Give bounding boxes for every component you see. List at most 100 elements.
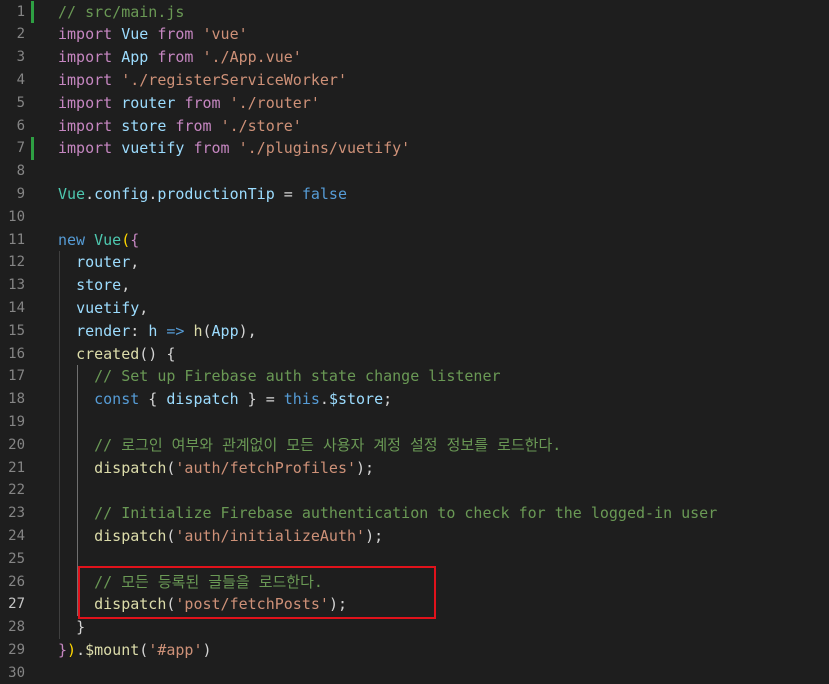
line-code: import vuetify from './plugins/vuetify'	[58, 137, 410, 160]
line-code: // 모든 등록된 글들을 로드한다.	[58, 571, 323, 594]
code-line[interactable]: 22	[0, 479, 829, 502]
code-token: );	[328, 595, 347, 614]
code-line[interactable]: 8	[0, 160, 829, 183]
line-number: 8	[16, 163, 25, 180]
code-token: Vue	[121, 25, 149, 44]
code-token: // 모든 등록된 글들을 로드한다.	[94, 572, 323, 591]
code-token: .	[148, 184, 158, 203]
code-line[interactable]: 1 // src/main.js	[0, 0, 829, 24]
code-token: h	[193, 321, 203, 340]
code-line[interactable]: 5 import router from './router'	[0, 92, 829, 115]
code-token: .	[76, 640, 86, 659]
line-code: const { dispatch } = this.$store;	[58, 388, 392, 411]
line-code: dispatch('auth/initializeAuth');	[58, 525, 383, 548]
line-code: // src/main.js	[58, 1, 184, 24]
code-line[interactable]: 3 import App from './App.vue'	[0, 46, 829, 69]
line-code: store,	[58, 274, 130, 297]
code-line[interactable]: 21 dispatch('auth/fetchProfiles');	[0, 457, 829, 480]
code-token: {	[130, 230, 140, 249]
code-token: } =	[238, 390, 284, 409]
code-token: // 로그인 여부와 관계없이 모든 사용자 계정 설정 정보를 로드한다.	[94, 435, 562, 454]
code-line[interactable]: 26 // 모든 등록된 글들을 로드한다.	[0, 571, 829, 594]
code-line[interactable]: 6 import store from './store'	[0, 115, 829, 138]
code-line[interactable]: 18 const { dispatch } = this.$store;	[0, 388, 829, 411]
code-token: import	[58, 139, 113, 158]
code-token: ;	[383, 390, 393, 409]
code-token: './App.vue'	[202, 48, 302, 67]
code-line[interactable]: 19	[0, 411, 829, 434]
code-token: ,	[139, 298, 149, 317]
code-token: () {	[139, 344, 176, 363]
code-line[interactable]: 10	[0, 206, 829, 229]
code-token: .	[85, 184, 95, 203]
line-code: render: h => h(App),	[58, 320, 257, 343]
code-token: vuetify	[121, 139, 185, 158]
code-token: './registerServiceWorker'	[121, 70, 347, 89]
code-line[interactable]: 14 vuetify,	[0, 297, 829, 320]
code-line[interactable]: 17 // Set up Firebase auth state change …	[0, 365, 829, 388]
line-number: 28	[8, 619, 25, 636]
code-token: store	[121, 116, 167, 135]
line-number: 27	[8, 596, 25, 613]
line-number: 11	[8, 231, 25, 248]
code-line[interactable]: 9 Vue.config.productionTip = false	[0, 183, 829, 206]
line-number: 1	[16, 3, 25, 20]
code-token: )	[202, 640, 212, 659]
code-token: config	[94, 184, 149, 203]
code-line[interactable]: 15 render: h => h(App),	[0, 320, 829, 343]
line-number: 13	[8, 277, 25, 294]
code-token: created	[76, 344, 140, 363]
code-token: :	[130, 321, 149, 340]
code-token: =	[274, 184, 302, 203]
code-token: ),	[238, 321, 257, 340]
line-number: 16	[8, 345, 25, 362]
code-token: );	[365, 526, 384, 545]
code-token: from	[157, 25, 194, 44]
code-token: ,	[130, 253, 140, 272]
line-code: // Initialize Firebase authentication to…	[58, 502, 717, 525]
code-token: ,	[121, 276, 131, 295]
line-code: import './registerServiceWorker'	[58, 69, 347, 92]
code-line[interactable]: 12 router,	[0, 251, 829, 274]
code-line[interactable]: 11 new Vue({	[0, 229, 829, 252]
indent-guide-active	[77, 365, 78, 617]
code-line[interactable]: 28 }	[0, 616, 829, 639]
code-line[interactable]: 20 // 로그인 여부와 관계없이 모든 사용자 계정 설정 정보를 로드한다…	[0, 434, 829, 457]
line-number: 22	[8, 482, 25, 499]
code-line[interactable]: 27 dispatch('post/fetchPosts');	[0, 593, 829, 616]
code-token: 'post/fetchPosts'	[175, 595, 329, 614]
line-number: 3	[16, 49, 25, 66]
line-number: 26	[8, 573, 25, 590]
git-modified-marker	[31, 137, 34, 161]
code-token: new	[58, 230, 86, 249]
code-token: import	[58, 48, 113, 67]
code-token: './router'	[229, 93, 320, 112]
code-line[interactable]: 23 // Initialize Firebase authentication…	[0, 502, 829, 525]
code-line[interactable]: 7 import vuetify from './plugins/vuetify'	[0, 137, 829, 161]
code-token: =>	[166, 321, 185, 340]
code-editor[interactable]: 1 // src/main.js 2 import Vue from 'vue' 3 im…	[0, 0, 829, 681]
code-line[interactable]: 13 store,	[0, 274, 829, 297]
line-number: 17	[8, 368, 25, 385]
code-token: App	[121, 48, 149, 67]
code-line[interactable]: 29}).$mount('#app')	[0, 639, 829, 662]
code-token: '#app'	[148, 640, 203, 659]
code-line[interactable]: 4 import './registerServiceWorker'	[0, 69, 829, 92]
code-line[interactable]: 2 import Vue from 'vue'	[0, 23, 829, 46]
code-token: $store	[328, 390, 384, 409]
line-code: import router from './router'	[58, 92, 320, 115]
code-line[interactable]: 25	[0, 548, 829, 571]
line-number: 6	[16, 117, 25, 134]
code-line[interactable]: 16 created() {	[0, 343, 829, 366]
code-line[interactable]: 24 dispatch('auth/initializeAuth');	[0, 525, 829, 548]
